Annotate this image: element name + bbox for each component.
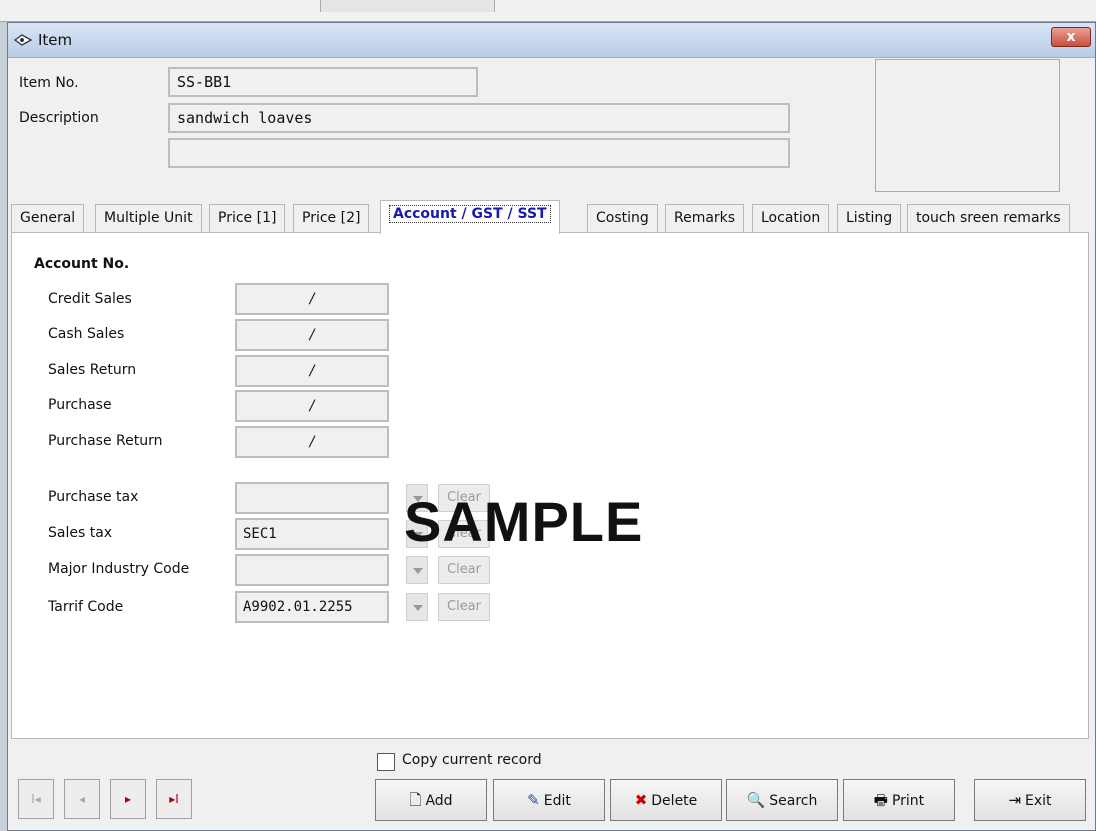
major-industry-code-field[interactable] (235, 554, 389, 586)
sample-watermark: SAMPLE (404, 490, 644, 553)
account-gst-sst-panel: Account No. Credit Sales / Cash Sales / … (11, 232, 1089, 739)
sales-return-label: Sales Return (48, 362, 137, 378)
search-label: Search (769, 793, 818, 809)
description-label: Description (19, 110, 99, 126)
tab-strip: General Multiple Unit Price [1] Price [2… (11, 200, 1091, 234)
add-button[interactable]: 🗋 Add (375, 779, 487, 821)
cash-sales-field[interactable]: / (235, 319, 389, 351)
new-document-icon: 🗋 (409, 791, 422, 809)
add-label: Add (425, 793, 453, 809)
item-image-box[interactable] (875, 59, 1060, 192)
previous-record-button[interactable]: ◂ (64, 779, 100, 819)
sales-tax-label: Sales tax (48, 525, 113, 541)
account-no-heading: Account No. (34, 256, 130, 272)
printer-icon: 🖶 (873, 791, 888, 809)
background-window-strip (0, 0, 1096, 22)
purchase-tax-label: Purchase tax (48, 489, 139, 505)
next-record-button[interactable]: ▸ (110, 779, 146, 819)
item-window: Item x Item No. SS-BB1 Description sandw… (7, 22, 1096, 831)
description-field[interactable]: sandwich loaves (168, 103, 790, 133)
tab-touch-screen-remarks[interactable]: touch sreen remarks (907, 204, 1070, 233)
cash-sales-label: Cash Sales (48, 326, 125, 342)
purchase-return-label: Purchase Return (48, 433, 163, 449)
tarrif-code-dropdown-icon[interactable] (406, 593, 428, 621)
tab-costing[interactable]: Costing (587, 204, 658, 233)
last-record-button[interactable]: ▸I (156, 779, 192, 819)
tab-price-2[interactable]: Price [2] (293, 204, 370, 233)
purchase-field[interactable]: / (235, 390, 389, 422)
tab-account-gst-sst-label: Account / GST / SST (389, 205, 551, 223)
description2-field[interactable] (168, 138, 790, 168)
copy-current-record-label: Copy current record (402, 752, 542, 768)
credit-sales-label: Credit Sales (48, 291, 132, 307)
search-icon: 🔍 (746, 791, 766, 809)
exit-label: Exit (1025, 793, 1052, 809)
tarrif-code-clear-button[interactable]: Clear (438, 593, 490, 621)
credit-sales-field[interactable]: / (235, 283, 389, 315)
sales-tax-field[interactable]: SEC1 (235, 518, 389, 550)
tab-multiple-unit[interactable]: Multiple Unit (95, 204, 202, 233)
search-button[interactable]: 🔍 Search (726, 779, 838, 821)
print-label: Print (891, 793, 925, 809)
tab-account-gst-sst[interactable]: Account / GST / SST (380, 200, 560, 234)
tarrif-code-field[interactable]: A9902.01.2255 (235, 591, 389, 623)
window-title: Item (38, 31, 73, 49)
tab-remarks[interactable]: Remarks (665, 204, 745, 233)
sales-return-field[interactable]: / (235, 355, 389, 387)
item-icon (14, 34, 32, 46)
major-industry-code-clear-button[interactable]: Clear (438, 556, 490, 584)
delete-button[interactable]: ✖ Delete (610, 779, 722, 821)
tarrif-code-label: Tarrif Code (48, 599, 124, 615)
item-no-field[interactable]: SS-BB1 (168, 67, 478, 97)
tab-price-1[interactable]: Price [1] (209, 204, 286, 233)
exit-door-icon: ⇥ (1008, 791, 1022, 809)
background-tab (320, 0, 495, 12)
purchase-return-field[interactable]: / (235, 426, 389, 458)
item-no-label: Item No. (19, 75, 79, 91)
edit-button[interactable]: ✎ Edit (493, 779, 605, 821)
exit-button[interactable]: ⇥ Exit (974, 779, 1086, 821)
title-bar[interactable]: Item x (8, 23, 1095, 58)
delete-label: Delete (651, 793, 698, 809)
purchase-label: Purchase (48, 397, 112, 413)
tab-listing[interactable]: Listing (837, 204, 902, 233)
major-industry-code-dropdown-icon[interactable] (406, 556, 428, 584)
copy-current-record-checkbox[interactable] (377, 753, 395, 771)
delete-icon: ✖ (634, 791, 648, 809)
print-button[interactable]: 🖶 Print (843, 779, 955, 821)
major-industry-code-label: Major Industry Code (48, 561, 190, 577)
edit-icon: ✎ (527, 791, 540, 809)
edit-label: Edit (543, 793, 571, 809)
first-record-button[interactable]: I◂ (18, 779, 54, 819)
purchase-tax-field[interactable] (235, 482, 389, 514)
tab-location[interactable]: Location (752, 204, 830, 233)
close-button[interactable]: x (1051, 27, 1091, 47)
tab-general[interactable]: General (11, 204, 85, 233)
